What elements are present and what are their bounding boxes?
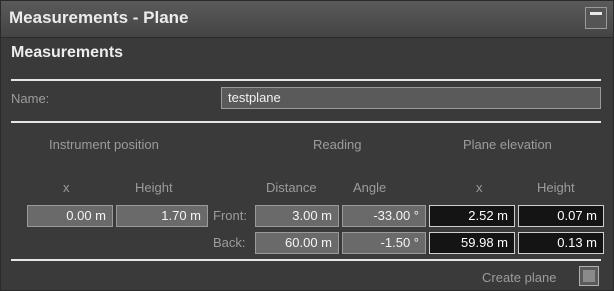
create-plane-button[interactable]	[579, 266, 599, 286]
window-title: Measurements - Plane	[9, 8, 189, 27]
instrument-x-input[interactable]: 0.00 m	[27, 205, 113, 227]
column-elevation-x: x	[476, 180, 483, 195]
measurements-plane-panel: Measurements - Plane Measurements Name: …	[0, 0, 614, 291]
column-elevation-height: Height	[537, 180, 575, 195]
square-icon	[583, 270, 595, 282]
group-reading: Reading	[313, 137, 362, 152]
name-input[interactable]: testplane	[221, 87, 601, 109]
back-label: Back:	[213, 235, 246, 250]
minimize-icon	[590, 12, 602, 15]
minimize-button[interactable]	[585, 7, 607, 29]
front-elevation-height: 0.07 m	[518, 205, 604, 227]
divider	[11, 259, 601, 261]
back-elevation-height: 0.13 m	[518, 232, 604, 254]
name-label: Name:	[11, 91, 50, 106]
title-bar[interactable]: Measurements - Plane	[1, 1, 613, 38]
group-plane-elevation: Plane elevation	[463, 137, 552, 152]
back-elevation-x: 59.98 m	[429, 232, 515, 254]
back-distance-input[interactable]: 60.00 m	[255, 232, 339, 254]
create-plane-label: Create plane	[482, 270, 557, 285]
divider	[11, 121, 601, 123]
front-angle-input[interactable]: -33.00 °	[342, 205, 426, 227]
front-distance-input[interactable]: 3.00 m	[255, 205, 339, 227]
column-distance: Distance	[266, 180, 317, 195]
group-instrument-position: Instrument position	[49, 137, 159, 152]
column-x: x	[63, 180, 70, 195]
instrument-height-input[interactable]: 1.70 m	[116, 205, 208, 227]
column-angle: Angle	[353, 180, 387, 195]
section-title: Measurements	[11, 44, 124, 61]
column-height: Height	[135, 180, 173, 195]
divider	[11, 79, 601, 81]
back-angle-input[interactable]: -1.50 °	[342, 232, 426, 254]
front-elevation-x: 2.52 m	[429, 205, 515, 227]
front-label: Front:	[213, 208, 247, 223]
